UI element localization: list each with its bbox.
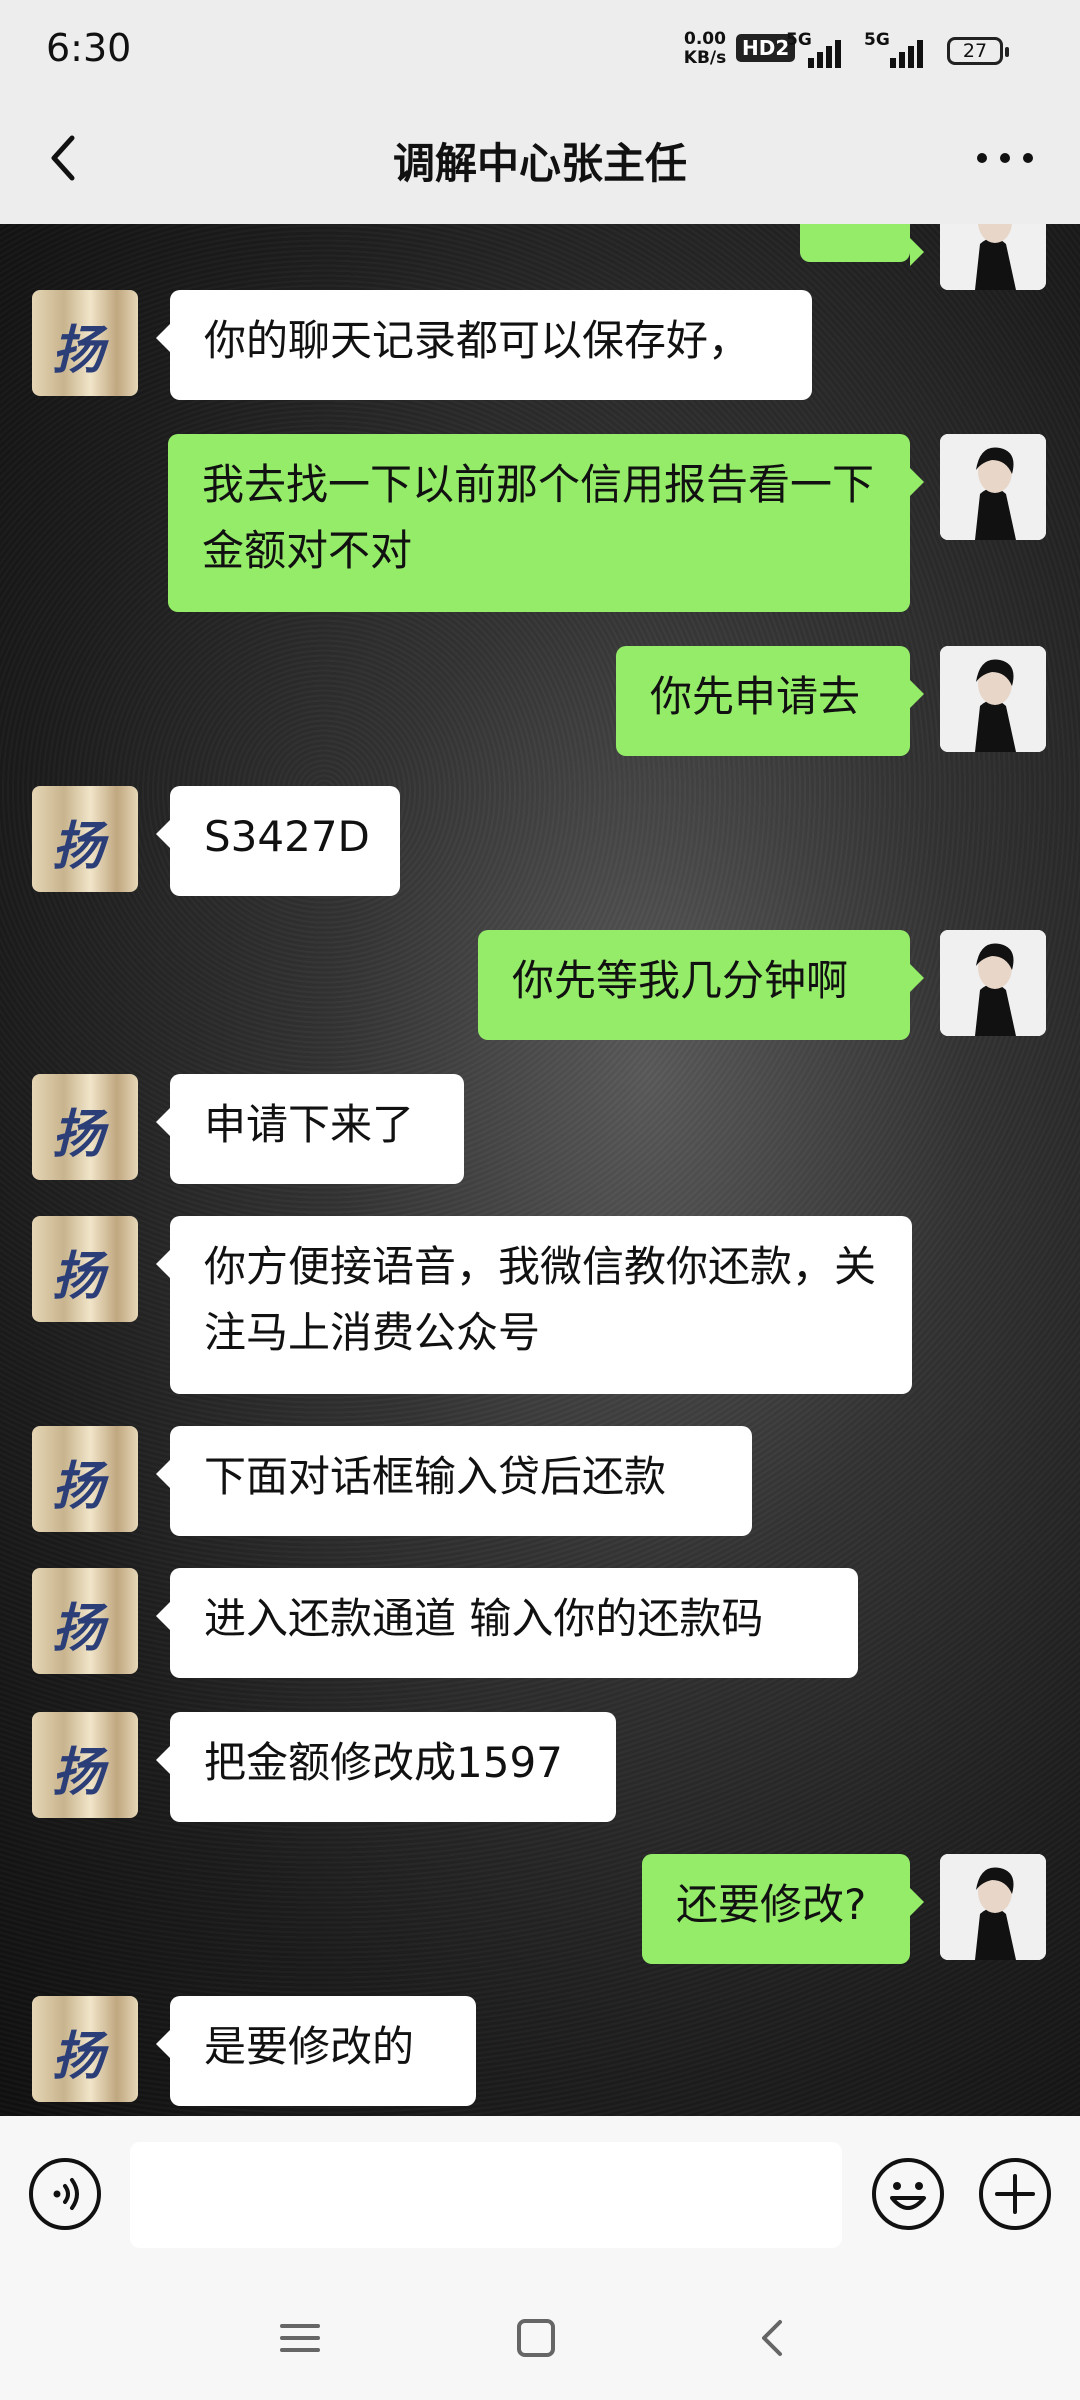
net-speed-value: 0.00 <box>684 29 726 49</box>
message-bubble[interactable]: 把金额修改成1597 <box>156 1712 616 1822</box>
net-speed-unit: KB/s <box>683 48 727 68</box>
nav-back-icon[interactable] <box>744 2308 804 2368</box>
system-nav-bar <box>0 2280 1080 2400</box>
contact-avatar[interactable]: 扬 <box>32 290 138 396</box>
chat-area[interactable]: 扬 你的聊天记录都可以保存好， 我去找一下以前那个信用报告看一下金额对不对 你先… <box>0 224 1080 2116</box>
contact-avatar[interactable]: 扬 <box>32 786 138 892</box>
signal-icon-2: 5G <box>864 30 936 70</box>
partial-bubble <box>800 224 924 266</box>
contact-avatar[interactable]: 扬 <box>32 1712 138 1818</box>
more-dots-icon[interactable] <box>970 128 1040 188</box>
voice-icon[interactable] <box>27 2156 103 2232</box>
status-bar: 6:30 0.00 KB/s HD2 5G 5G 27 <box>0 0 1080 100</box>
message-bubble[interactable]: 你方便接语音，我微信教你还款，关注马上消费公众号 <box>156 1216 912 1394</box>
message-bubble[interactable]: 我去找一下以前那个信用报告看一下金额对不对 <box>168 434 924 612</box>
my-avatar[interactable] <box>940 646 1046 752</box>
menu-icon[interactable] <box>270 2308 330 2368</box>
message-bubble[interactable]: 下面对话框输入贷后还款 <box>156 1426 752 1536</box>
message-bubble[interactable]: 申请下来了 <box>156 1074 464 1184</box>
my-avatar[interactable] <box>940 1854 1046 1960</box>
my-avatar[interactable] <box>940 434 1046 540</box>
status-time: 6:30 <box>46 26 132 70</box>
battery-icon: 27 <box>947 37 1009 65</box>
signal-icon-1: 5G <box>786 30 846 70</box>
message-bubble[interactable]: 你的聊天记录都可以保存好， <box>156 290 812 400</box>
chat-header: 调解中心张主任 <box>0 100 1080 224</box>
contact-avatar[interactable]: 扬 <box>32 1074 138 1180</box>
message-bubble[interactable]: 还要修改? <box>642 1854 924 1964</box>
contact-avatar[interactable]: 扬 <box>32 1568 138 1674</box>
message-input-bar <box>0 2116 1080 2280</box>
message-bubble[interactable]: 你先申请去 <box>616 646 924 756</box>
home-square-icon[interactable] <box>506 2308 566 2368</box>
my-avatar[interactable] <box>940 930 1046 1036</box>
net-speed: 0.00 KB/s <box>678 30 732 68</box>
contact-avatar[interactable]: 扬 <box>32 1426 138 1532</box>
contact-avatar[interactable]: 扬 <box>32 1216 138 1322</box>
message-input[interactable] <box>130 2142 842 2248</box>
chat-title: 调解中心张主任 <box>392 139 687 188</box>
signal-1-label: 5G <box>786 30 812 50</box>
emoji-icon[interactable] <box>870 2156 946 2232</box>
my-avatar[interactable] <box>940 224 1046 290</box>
contact-avatar[interactable]: 扬 <box>32 1996 138 2102</box>
message-bubble[interactable]: 是要修改的 <box>156 1996 476 2106</box>
message-bubble[interactable]: 你先等我几分钟啊 <box>478 930 924 1040</box>
plus-icon[interactable] <box>977 2156 1053 2232</box>
message-bubble[interactable]: S3427D <box>156 786 400 896</box>
message-bubble[interactable]: 进入还款通道 输入你的还款码 <box>156 1568 858 1678</box>
signal-2-label: 5G <box>864 30 890 50</box>
